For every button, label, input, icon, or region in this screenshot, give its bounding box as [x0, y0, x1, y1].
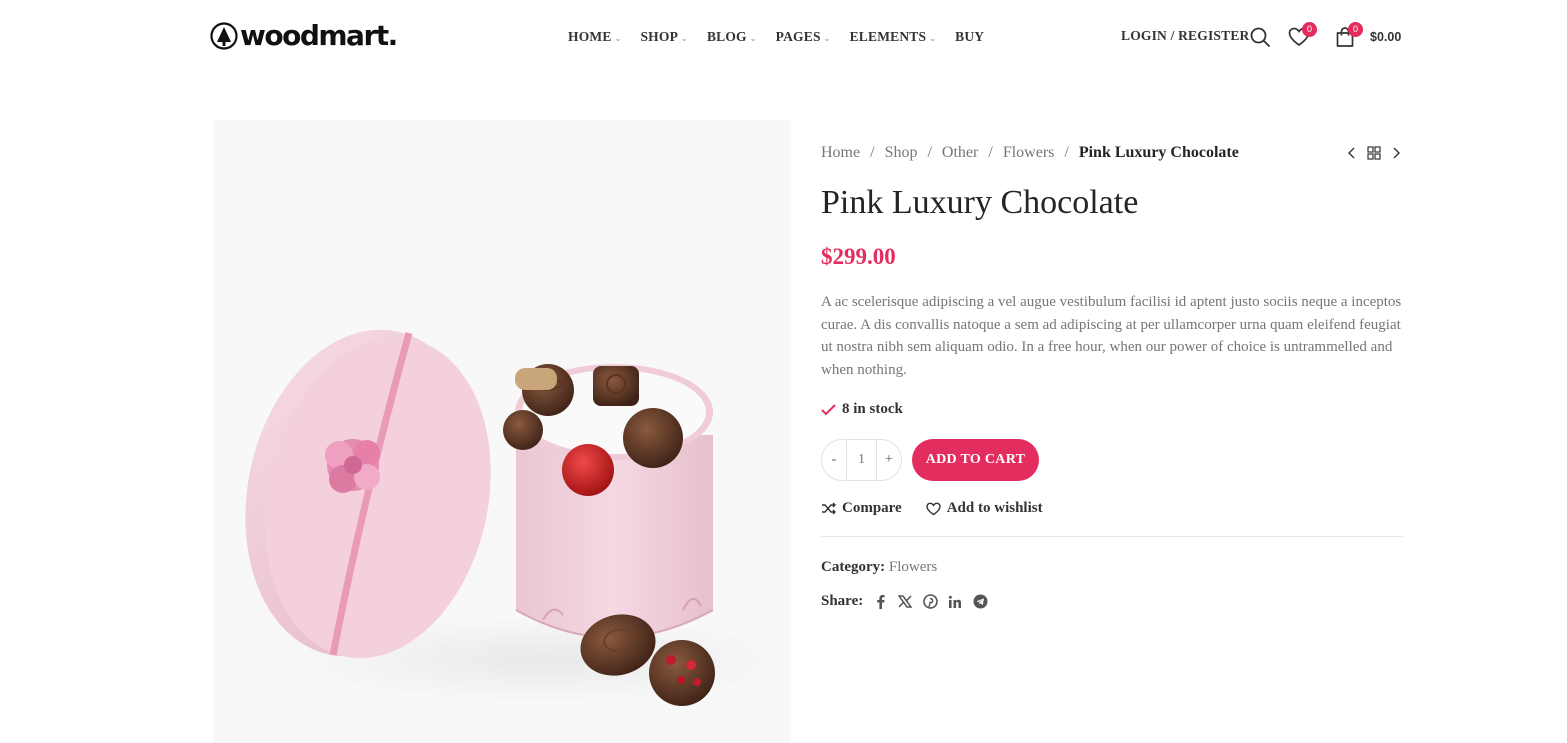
chevron-down-icon: ⌄ [929, 33, 937, 43]
chevron-left-icon[interactable] [1345, 146, 1359, 160]
nav-item-label: PAGES [775, 29, 821, 44]
cart-icon[interactable]: 0 [1334, 22, 1363, 48]
nav-item-home[interactable]: HOME ⌄ [568, 28, 621, 46]
check-icon [821, 403, 836, 415]
chevron-down-icon: ⌄ [614, 33, 622, 43]
logo-text: woodmart. [240, 19, 398, 52]
product-price: $299.00 [821, 244, 896, 269]
x-twitter-icon[interactable] [897, 594, 913, 610]
search-icon[interactable] [1249, 26, 1271, 48]
breadcrumb-flowers[interactable]: Flowers [1003, 144, 1055, 162]
main-nav: HOME ⌄ SHOP ⌄ BLOG ⌄ PAGES ⌄ ELEMENTS ⌄ BUY [568, 28, 1003, 46]
quantity-plus-button[interactable]: + [877, 452, 901, 468]
grid-icon[interactable] [1367, 146, 1381, 160]
breadcrumb-separator: / [870, 144, 875, 161]
breadcrumb-current: Pink Luxury Chocolate [1078, 144, 1239, 161]
nav-item-label: HOME [568, 29, 612, 44]
facebook-icon[interactable] [872, 594, 888, 610]
breadcrumb-shop[interactable]: Shop [885, 144, 918, 162]
stock-text: 8 in stock [842, 401, 903, 417]
logo-tree-icon [210, 22, 238, 50]
add-to-cart-button[interactable]: ADD TO CART [912, 439, 1039, 481]
site-logo[interactable]: woodmart. [210, 19, 398, 52]
nav-item-pages[interactable]: PAGES ⌄ [776, 28, 831, 46]
quantity-stepper: - + [821, 439, 902, 481]
product-category: Category: Flowers [821, 559, 937, 576]
cart-count-badge: 0 [1348, 22, 1363, 37]
stock-status: 8 in stock [821, 401, 903, 418]
chevron-right-icon[interactable] [1389, 146, 1403, 160]
category-link[interactable]: Flowers [889, 559, 937, 575]
product-image[interactable] [213, 120, 791, 743]
cart-total[interactable]: $0.00 [1370, 30, 1401, 44]
shuffle-icon [822, 502, 836, 515]
breadcrumb-separator: / [988, 144, 993, 161]
chevron-down-icon: ⌄ [823, 33, 831, 43]
product-title: Pink Luxury Chocolate [821, 184, 1139, 221]
breadcrumb: Home / Shop / Other / Flowers / Pink Lux… [821, 144, 1239, 162]
product-actions: Compare Add to wishlist [821, 500, 1043, 517]
quantity-minus-button[interactable]: - [822, 452, 846, 468]
nav-item-label: BLOG [706, 29, 747, 44]
nav-item-label: SHOP [640, 29, 679, 44]
chocolate-box-illustration [213, 120, 791, 743]
nav-item-elements[interactable]: ELEMENTS ⌄ [850, 28, 937, 46]
site-header: woodmart. HOME ⌄ SHOP ⌄ BLOG ⌄ PAGES ⌄ ELEME… [0, 0, 1567, 74]
login-register-link[interactable]: LOGIN / REGISTER [1121, 28, 1249, 44]
nav-item-shop[interactable]: SHOP ⌄ [640, 28, 687, 46]
breadcrumb-separator: / [1064, 144, 1069, 161]
share-label: Share: [821, 593, 864, 609]
quantity-input[interactable] [846, 440, 877, 480]
flower-decoration [325, 439, 380, 493]
nav-item-buy[interactable]: BUY [955, 28, 984, 46]
telegram-icon[interactable] [972, 594, 988, 610]
share-links: Share: [821, 593, 988, 610]
wishlist-icon[interactable]: 0 [1288, 22, 1317, 48]
divider [821, 536, 1403, 537]
pinterest-icon[interactable] [922, 594, 938, 610]
add-to-wishlist-button[interactable]: Add to wishlist [926, 500, 1043, 517]
linkedin-icon[interactable] [947, 594, 963, 610]
heart-icon [926, 502, 941, 515]
nav-item-label: BUY [955, 29, 985, 44]
chevron-down-icon: ⌄ [749, 33, 757, 43]
compare-button[interactable]: Compare [821, 500, 902, 517]
product-navigation [1345, 146, 1403, 160]
nav-item-blog[interactable]: BLOG ⌄ [707, 28, 757, 46]
category-label: Category: [821, 559, 886, 575]
product-description: A ac scelerisque adipiscing a vel augue … [821, 294, 1402, 378]
breadcrumb-home[interactable]: Home [821, 144, 860, 162]
chevron-down-icon: ⌄ [681, 33, 688, 43]
nav-item-label: ELEMENTS [849, 29, 927, 44]
wishlist-count-badge: 0 [1302, 22, 1317, 37]
compare-label: Compare [842, 500, 902, 516]
wishlist-label: Add to wishlist [946, 500, 1043, 516]
breadcrumb-other[interactable]: Other [942, 144, 978, 162]
breadcrumb-separator: / [927, 144, 932, 161]
